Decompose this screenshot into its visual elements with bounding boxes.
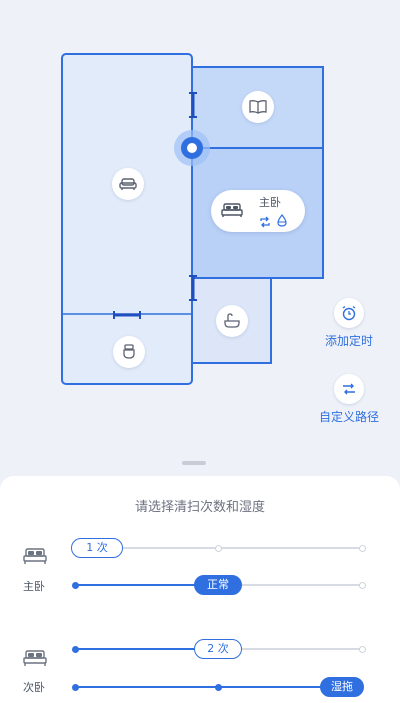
room-settings-second: 次卧 2 次 湿拖 [0,476,400,703]
passes-thumb[interactable]: 2 次 [194,639,242,659]
water-drop-icon [277,212,287,231]
floor-map: 主卧 添加定时 自定义路径 [0,0,400,475]
passes-slider[interactable]: 2 次 [71,639,366,659]
bed-icon [23,649,47,671]
selected-room-badge[interactable]: 主卧 [211,190,305,232]
toilet-icon[interactable] [113,336,145,368]
bed-icon [221,202,243,222]
custom-path-label: 自定义路径 [318,410,379,424]
moisture-thumb[interactable]: 湿拖 [320,677,364,697]
room-living[interactable] [61,53,193,385]
cleaning-settings-sheet: 请选择清扫次数和湿度 主卧 1 次 正常 次卧 2 次 湿拖 [0,476,400,703]
custom-path-button[interactable]: 自定义路径 [314,374,384,425]
selected-room-name: 主卧 [259,196,281,209]
slider-stop[interactable] [71,683,79,691]
add-timer-button[interactable]: 添加定时 [320,298,378,349]
slider-stop[interactable] [215,683,222,691]
repeat-icon [259,213,271,232]
moisture-slider[interactable]: 湿拖 [71,677,364,697]
custom-path-icon [334,374,364,404]
add-timer-label: 添加定时 [324,334,373,348]
robot-marker [174,130,210,166]
bathtub-icon[interactable] [216,305,248,337]
room-label: 次卧 [23,681,45,694]
slider-stop[interactable] [358,645,366,653]
alarm-clock-icon [334,298,364,328]
book-icon[interactable] [242,91,274,123]
sofa-icon[interactable] [112,168,144,200]
slider-stop[interactable] [71,645,79,653]
sheet-drag-handle[interactable] [182,461,206,465]
